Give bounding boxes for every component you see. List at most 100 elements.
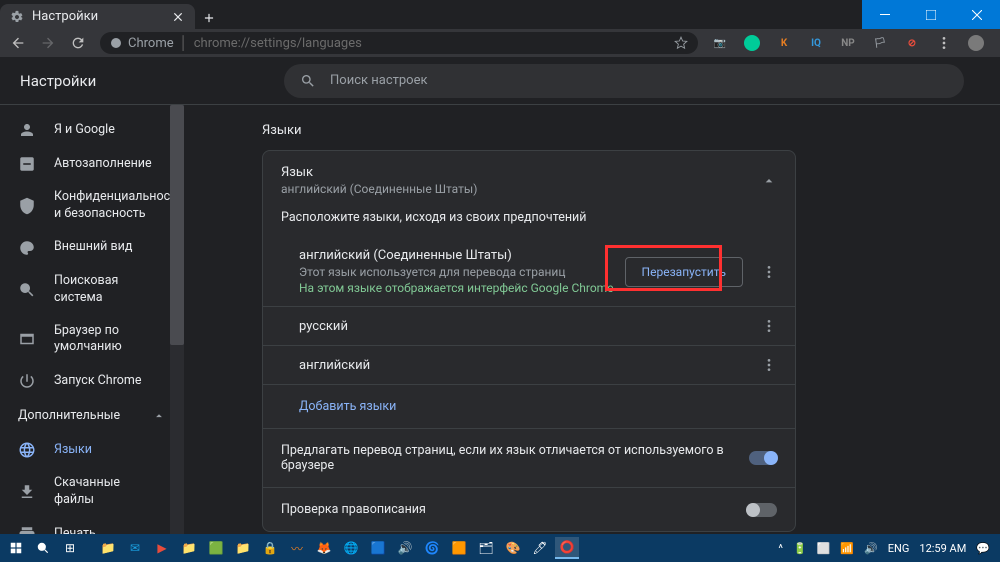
- sidebar-group-advanced[interactable]: Дополнительные: [0, 398, 184, 433]
- spellcheck-label: Проверка правописания: [281, 502, 426, 517]
- translate-offer-row: Предлагать перевод страниц, если их язык…: [263, 428, 795, 487]
- add-languages-link[interactable]: Добавить языки: [263, 384, 795, 428]
- more-icon[interactable]: [761, 357, 777, 373]
- relaunch-button[interactable]: Перезапустить: [625, 257, 743, 287]
- ext-np-icon[interactable]: NP: [840, 35, 856, 51]
- start-button[interactable]: [4, 537, 28, 559]
- back-button[interactable]: [10, 35, 26, 51]
- reload-button[interactable]: [70, 35, 86, 51]
- sidebar-item-autofill[interactable]: Автозаполнение: [0, 147, 166, 181]
- chrome-icon: [110, 37, 122, 49]
- taskbar-chrome[interactable]: ⭕: [555, 537, 579, 559]
- language-name: английский: [299, 358, 753, 373]
- sidebar-item-you-and-google[interactable]: Я и Google: [0, 113, 166, 147]
- taskbar-app[interactable]: 🎨: [501, 537, 525, 559]
- tray-language[interactable]: ENG: [888, 542, 910, 555]
- taskbar-app[interactable]: ✉: [123, 537, 147, 559]
- address-bar: Chrome│chrome://settings/languages 📷 K I…: [0, 29, 1000, 57]
- taskbar-app[interactable]: 🌀: [420, 537, 444, 559]
- tray-bluetooth-icon[interactable]: ⬜: [817, 542, 831, 555]
- overflow-icon[interactable]: [936, 35, 952, 51]
- taskbar-app[interactable]: 📁: [96, 537, 120, 559]
- page-title: Настройки: [20, 72, 264, 90]
- sidebar-item-on-startup[interactable]: Запуск Chrome: [0, 364, 166, 398]
- search-input[interactable]: Поиск настроек: [284, 64, 964, 98]
- language-header-title: Язык: [281, 165, 477, 180]
- tray-chevron-icon[interactable]: ^: [778, 542, 783, 555]
- taskbar-app[interactable]: 🟦: [366, 537, 390, 559]
- sidebar: Я и Google Автозаполнение Конфиденциальн…: [0, 105, 184, 562]
- taskbar-app[interactable]: 🟧: [447, 537, 471, 559]
- settings-header: Настройки Поиск настроек: [0, 57, 1000, 105]
- close-icon[interactable]: [171, 10, 185, 24]
- sidebar-item-appearance[interactable]: Внешний вид: [0, 231, 166, 265]
- main-area: Я и Google Автозаполнение Конфиденциальн…: [0, 105, 1000, 562]
- url-text: Chrome│chrome://settings/languages: [128, 35, 362, 51]
- minimize-button[interactable]: [862, 0, 908, 29]
- content-area: Языки Язык английский (Соединенные Штаты…: [184, 105, 1000, 562]
- spellcheck-row: Проверка правописания: [263, 487, 795, 531]
- ext-flag-icon[interactable]: 🏳: [872, 35, 888, 51]
- translate-offer-label: Предлагать перевод страниц, если их язык…: [281, 443, 749, 473]
- sidebar-item-default-browser[interactable]: Браузер по умолчанию: [0, 315, 166, 365]
- language-note: На этом языке отображается интерфейс Goo…: [299, 281, 625, 295]
- taskbar-app[interactable]: 🌐: [339, 537, 363, 559]
- ext-camera-icon[interactable]: 📷: [712, 35, 728, 51]
- tab-title: Настройки: [32, 9, 98, 24]
- taskbar-app[interactable]: 📁: [231, 537, 255, 559]
- url-box[interactable]: Chrome│chrome://settings/languages: [100, 32, 698, 54]
- forward-button[interactable]: [40, 35, 56, 51]
- sidebar-item-search-engine[interactable]: Поисковая система: [0, 265, 166, 315]
- taskbar-app[interactable]: 〰: [285, 537, 309, 559]
- windows-taskbar: ⊞ 📁 ✉ ▶ 📁 🟩 📁 🔒 〰 🦊 🌐 🟦 🔊 🌀 🟧 🗂 🎨 🖊 ⭕ ^ …: [0, 534, 1000, 562]
- sidebar-item-languages[interactable]: Языки: [0, 433, 166, 467]
- window-controls: [862, 0, 1000, 29]
- taskbar-app[interactable]: 🔊: [393, 537, 417, 559]
- spellcheck-toggle[interactable]: [747, 503, 777, 517]
- taskbar-app[interactable]: 🔒: [258, 537, 282, 559]
- search-button[interactable]: [31, 537, 55, 559]
- ext-k-icon[interactable]: K: [776, 35, 792, 51]
- sidebar-item-downloads[interactable]: Скачанные файлы: [0, 467, 166, 517]
- profile-avatar[interactable]: [968, 35, 984, 51]
- language-header-subtitle: английский (Соединенные Штаты): [281, 182, 477, 196]
- translate-toggle[interactable]: [749, 451, 777, 465]
- taskbar-app[interactable]: ▶: [150, 537, 174, 559]
- window-titlebar: Настройки: [0, 0, 1000, 29]
- task-view-button[interactable]: ⊞: [58, 537, 82, 559]
- taskbar-app[interactable]: 🖊: [528, 537, 552, 559]
- chevron-up-icon: [761, 173, 777, 189]
- language-row: английский: [263, 345, 795, 384]
- tray-notifications-icon[interactable]: 💬: [976, 542, 990, 555]
- close-window-button[interactable]: [954, 0, 1000, 29]
- language-expand-row[interactable]: Язык английский (Соединенные Штаты): [263, 151, 795, 210]
- taskbar-app[interactable]: 🟩: [204, 537, 228, 559]
- ext-iq-icon[interactable]: IQ: [808, 35, 824, 51]
- browser-tab[interactable]: Настройки: [0, 4, 195, 29]
- more-icon[interactable]: [761, 318, 777, 334]
- ext-green-icon[interactable]: [744, 35, 760, 51]
- tray-clock[interactable]: 12:59 AM: [919, 542, 966, 555]
- sidebar-scrollbar[interactable]: [170, 105, 184, 562]
- bookmark-icon[interactable]: [674, 36, 688, 50]
- ext-block-icon[interactable]: ⊘: [904, 35, 920, 51]
- sidebar-item-privacy[interactable]: Конфиденциальность и безопасность: [0, 181, 166, 231]
- tray-battery-icon[interactable]: 🔋: [793, 542, 807, 555]
- gear-icon: [10, 10, 24, 24]
- languages-card: Язык английский (Соединенные Штаты) Расп…: [262, 150, 796, 532]
- system-tray: ^ 🔋 ⬜ 📶 🔊 ENG 12:59 AM 💬: [778, 542, 996, 555]
- new-tab-button[interactable]: [195, 6, 223, 29]
- maximize-button[interactable]: [908, 0, 954, 29]
- search-icon: [300, 73, 316, 89]
- search-placeholder: Поиск настроек: [330, 73, 428, 88]
- language-row-primary: английский (Соединенные Штаты) Этот язык…: [263, 237, 795, 306]
- more-icon[interactable]: [761, 264, 777, 280]
- taskbar-app[interactable]: 🦊: [312, 537, 336, 559]
- tray-wifi-icon[interactable]: 📶: [840, 542, 854, 555]
- language-order-desc: Расположите языки, исходя из своих предп…: [263, 210, 795, 237]
- language-row: русский: [263, 306, 795, 345]
- taskbar-app[interactable]: 📁: [177, 537, 201, 559]
- taskbar-app[interactable]: 🗂: [474, 537, 498, 559]
- tray-volume-icon[interactable]: 🔊: [864, 542, 878, 555]
- language-name: английский (Соединенные Штаты): [299, 248, 625, 263]
